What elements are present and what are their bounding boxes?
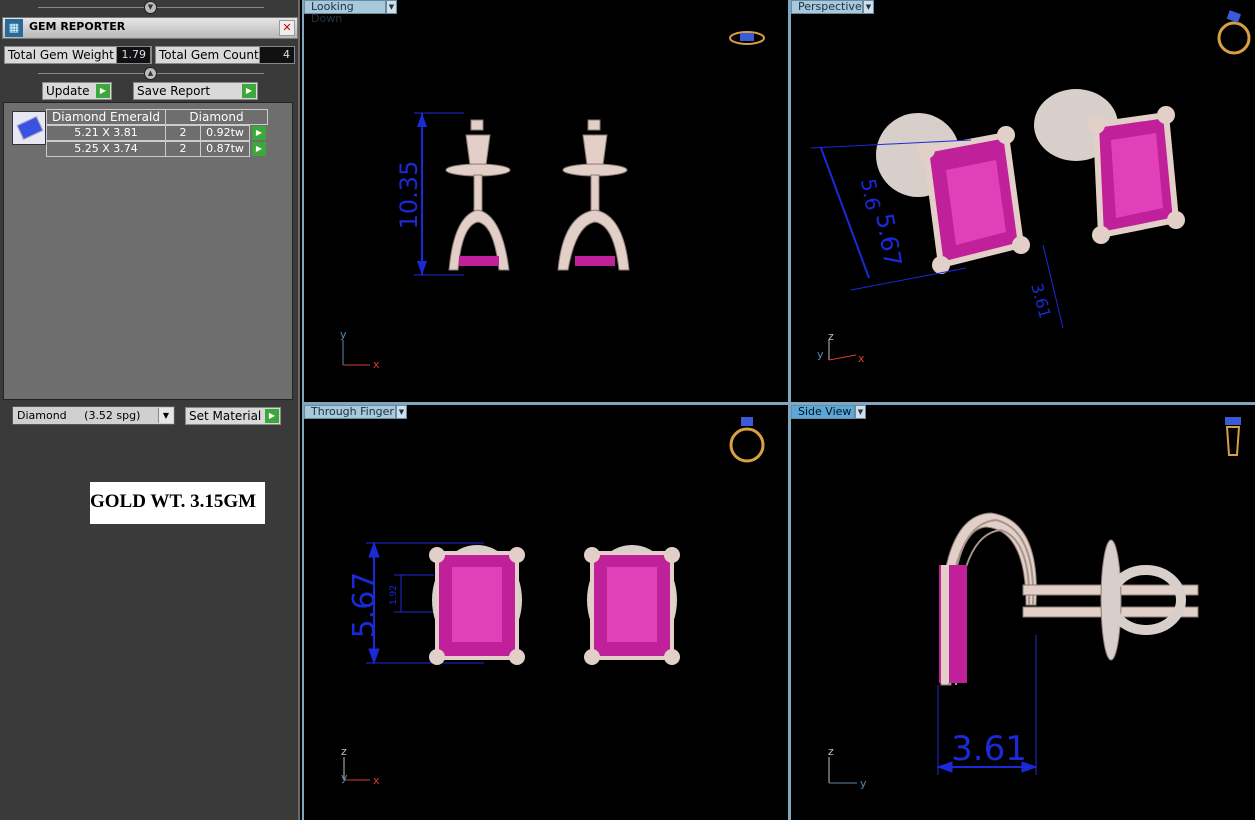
dimension-label: 10.35 — [395, 161, 423, 230]
earring-view-icon[interactable] — [1225, 417, 1241, 456]
collapse-knob-top[interactable]: ▼ — [144, 1, 157, 14]
viewport-looking-down[interactable]: 10.35 y x Looking Down ▼ — [304, 0, 788, 402]
chevron-down-icon[interactable]: ▼ — [855, 405, 866, 419]
save-report-button[interactable]: Save Report ▶ — [133, 82, 258, 100]
set-material-button[interactable]: Set Material ▶ — [185, 407, 281, 425]
dimension-arrow — [417, 113, 427, 127]
through-finger-scene: 5.67 1.92 z y x — [341, 417, 765, 787]
viewport-perspective[interactable]: 5.67 5.6 3.61 z y x Perspective ▼ — [791, 0, 1255, 402]
tab-side-view[interactable]: Side View ▼ — [791, 405, 866, 419]
table-row-size[interactable]: 5.25 X 3.74 — [46, 141, 166, 157]
axis-x-label: x — [858, 352, 865, 365]
dimension-label-c: 3.61 — [1027, 281, 1055, 320]
tab-looking-down[interactable]: Looking Down ▼ — [304, 0, 397, 25]
chevron-down-icon[interactable]: ▼ — [863, 0, 874, 14]
play-arrow-icon: ▶ — [242, 84, 256, 98]
gem-list: Diamond Emerald Diamond 5.21 X 3.81 2 0.… — [3, 102, 293, 400]
gem-reporter-icon: ▦ — [5, 19, 23, 37]
viewport-label: Perspective — [798, 0, 862, 13]
dimension-label: 3.61 — [951, 729, 1027, 769]
total-gem-count-value: 4 — [259, 46, 295, 64]
viewport-side-view[interactable]: 3.61 z y Side View ▼ — [791, 405, 1255, 820]
table-row-count[interactable]: 2 — [165, 125, 201, 141]
dimension-label-a: 5.67 — [870, 211, 907, 268]
set-material-button-label: Set Material — [189, 409, 262, 423]
side-view-scene: 3.61 z y — [828, 417, 1241, 790]
table-row-count[interactable]: 2 — [165, 141, 201, 157]
play-arrow-icon[interactable]: ▶ — [252, 142, 266, 156]
tab-through-finger[interactable]: Through Finger ▼ — [304, 405, 407, 419]
total-gem-weight-value: 1.79 — [116, 46, 151, 64]
earring-right — [557, 119, 630, 271]
axis-x-label: x — [373, 358, 380, 371]
dimension-arrow — [417, 261, 427, 275]
ring-view-icon[interactable] — [729, 417, 765, 463]
ring-view-icon[interactable] — [1217, 10, 1251, 55]
gem-thumbnail — [12, 111, 46, 145]
chevron-down-icon[interactable]: ▼ — [396, 405, 407, 419]
axis-indicator: y x — [340, 328, 380, 371]
chevron-down-icon[interactable]: ▼ — [386, 0, 397, 14]
viewport-through-finger[interactable]: 5.67 1.92 z y x Through Finger ▼ — [304, 405, 788, 820]
collapse-knob-mid[interactable]: ▲ — [144, 67, 157, 80]
column-header-material: Diamond — [165, 109, 268, 125]
table-row-weight[interactable]: 0.87tw — [200, 141, 250, 157]
axis-z-label: z — [828, 330, 834, 343]
axis-z-label: z — [341, 745, 347, 758]
table-row-weight[interactable]: 0.92tw — [200, 125, 250, 141]
gem-reporter-panel: ▼ ▦ GEM REPORTER ✕ Total Gem Weight 1.79… — [0, 0, 300, 820]
material-select-value: Diamond (3.52 spg) — [17, 409, 141, 422]
emerald-cut-gem-icon — [16, 116, 44, 140]
axis-indicator: z y — [828, 745, 867, 790]
dimension-label-b: 1.92 — [389, 585, 399, 605]
column-header-shape: Diamond Emerald — [46, 109, 166, 125]
play-arrow-icon[interactable]: ▶ — [252, 126, 266, 140]
axis-y-label: y — [817, 348, 824, 361]
dimension-label-b: 5.6 — [856, 177, 885, 212]
update-button[interactable]: Update ▶ — [42, 82, 112, 100]
play-arrow-icon: ▶ — [265, 409, 279, 423]
axis-y-label: y — [341, 771, 348, 784]
perspective-scene: 5.67 5.6 3.61 z y x — [810, 10, 1251, 365]
earring-left — [429, 545, 525, 665]
save-report-button-label: Save Report — [137, 84, 211, 98]
axis-y-label: y — [340, 328, 347, 341]
axis-z-label: z — [828, 745, 834, 758]
gold-weight-note: GOLD WT. 3.15GM — [90, 482, 265, 524]
dimension-label-a: 5.67 — [347, 572, 382, 639]
axis-indicator: z y x — [817, 330, 865, 365]
viewport-label: Side View — [798, 405, 852, 418]
tab-perspective[interactable]: Perspective ▼ — [791, 0, 874, 14]
dropdown-arrow-icon[interactable]: ▼ — [158, 408, 173, 423]
axis-indicator: z y x — [341, 745, 380, 787]
close-icon[interactable]: ✕ — [279, 20, 295, 36]
earring-left — [445, 119, 511, 271]
table-row-size[interactable]: 5.21 X 3.81 — [46, 125, 166, 141]
update-button-label: Update — [46, 84, 90, 98]
looking-down-scene: 10.35 y x — [340, 31, 765, 371]
earring-right — [1087, 106, 1185, 244]
axis-y-label: y — [860, 777, 867, 790]
title-bar: ▦ GEM REPORTER ✕ — [2, 17, 298, 39]
axis-x-label: x — [373, 774, 380, 787]
earring-side — [939, 512, 1199, 686]
earring-view-icon[interactable] — [729, 31, 765, 45]
earring-right — [584, 545, 680, 665]
viewport-label: Through Finger — [311, 405, 394, 418]
earring-left — [917, 126, 1030, 274]
panel-title: GEM REPORTER — [29, 20, 126, 33]
material-select[interactable]: Diamond (3.52 spg) ▼ — [12, 406, 175, 425]
play-arrow-icon: ▶ — [96, 84, 110, 98]
